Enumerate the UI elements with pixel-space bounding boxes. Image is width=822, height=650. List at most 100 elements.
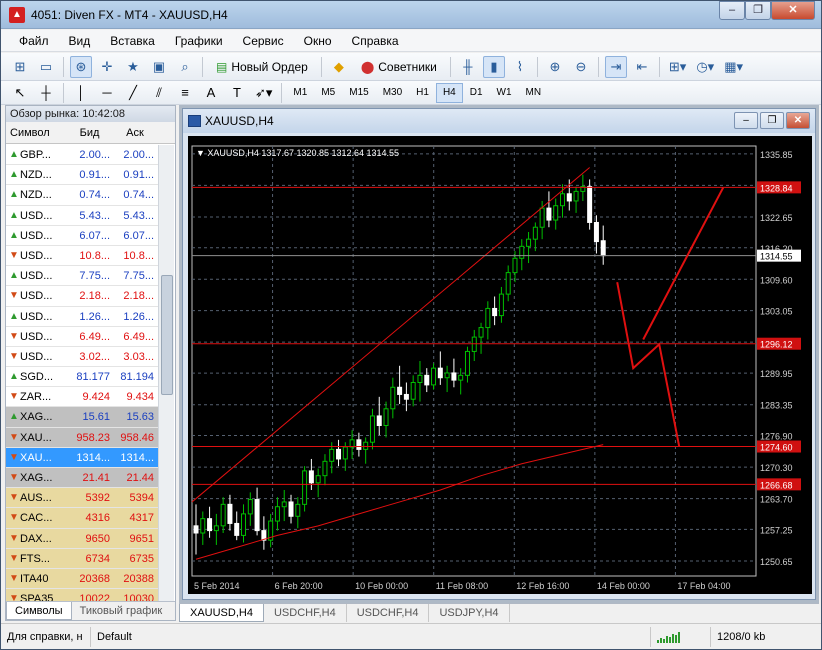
market-watch-row[interactable]: ▲ SGD... 81.177 81.194 bbox=[6, 367, 159, 388]
market-watch-row[interactable]: ▼ USD... 2.18... 2.18... bbox=[6, 286, 159, 307]
menu-tools[interactable]: Сервис bbox=[233, 34, 294, 48]
chart-tab-usdjpy[interactable]: USDJPY,H4 bbox=[429, 604, 510, 622]
profiles-icon[interactable]: ▭ bbox=[35, 56, 57, 78]
maximize-button[interactable]: ❐ bbox=[745, 1, 771, 20]
text-icon[interactable]: A bbox=[200, 82, 222, 104]
timeframe-h4[interactable]: H4 bbox=[435, 82, 463, 103]
close-button[interactable]: ✕ bbox=[771, 1, 815, 20]
menu-insert[interactable]: Вставка bbox=[100, 34, 165, 48]
candlestick-icon[interactable]: ▮ bbox=[482, 55, 505, 78]
market-watch-row[interactable]: ▼ XAU... 1314... 1314... bbox=[6, 447, 159, 468]
market-watch-row[interactable]: ▲ GBP... 2.00... 2.00... bbox=[6, 145, 159, 166]
menu-window[interactable]: Окно bbox=[294, 34, 342, 48]
minimize-button[interactable]: ‒ bbox=[719, 1, 745, 20]
horizontal-line-icon[interactable]: ─ bbox=[96, 82, 118, 104]
market-watch-row[interactable]: ▲ USD... 7.75... 7.75... bbox=[6, 266, 159, 287]
data-window-icon[interactable]: ✛ bbox=[96, 56, 118, 78]
ask-cell: 1314... bbox=[120, 451, 154, 464]
price-chart[interactable]: 1335.851329.251322.651316.201309.601303.… bbox=[188, 136, 812, 594]
x-tick-label: 5 Feb 2014 bbox=[194, 581, 240, 591]
header-ask[interactable]: Аск bbox=[113, 122, 157, 143]
market-watch-row[interactable]: ▼ AUS... 5392 5394 bbox=[6, 488, 159, 509]
y-tick-label: 1250.65 bbox=[760, 557, 793, 567]
metaeditor-icon[interactable]: ◆ bbox=[328, 56, 350, 78]
market-watch-row[interactable]: ▼ XAG... 21.41 21.44 bbox=[6, 468, 159, 489]
ask-cell: 9.434 bbox=[126, 391, 154, 404]
ask-cell: 0.74... bbox=[123, 189, 154, 202]
market-watch-row[interactable]: ▼ FTS... 6734 6735 bbox=[6, 548, 159, 569]
timeframe-m1[interactable]: M1 bbox=[286, 83, 314, 103]
market-watch-row[interactable]: ▼ CAC... 4316 4317 bbox=[6, 508, 159, 529]
menu-charts[interactable]: Графики bbox=[165, 34, 233, 48]
bar-chart-icon[interactable]: ╫ bbox=[457, 56, 479, 78]
menu-view[interactable]: Вид bbox=[59, 34, 101, 48]
timeframe-m30[interactable]: M30 bbox=[376, 83, 409, 103]
tab-symbols[interactable]: Символы bbox=[6, 602, 72, 620]
equidistant-channel-icon[interactable]: ⫽ bbox=[148, 82, 170, 104]
chart-close-button[interactable]: ✕ bbox=[786, 112, 810, 129]
market-watch-row[interactable]: ▼ ITA40 20368 20388 bbox=[6, 568, 159, 590]
strategy-tester-icon[interactable]: ⌕ bbox=[174, 56, 196, 78]
indicators-icon[interactable]: ⊞▾ bbox=[666, 56, 689, 78]
tab-tick-chart[interactable]: Тиковый график bbox=[72, 602, 171, 620]
market-watch-scrollbar[interactable] bbox=[158, 145, 174, 603]
chart-tab-usdchf-2[interactable]: USDCHF,H4 bbox=[347, 604, 430, 622]
navigator-icon[interactable]: ★ bbox=[122, 56, 144, 78]
new-order-button[interactable]: ▤ Новый Ордер bbox=[209, 56, 315, 78]
candle-body bbox=[336, 448, 342, 460]
chart-svg[interactable]: 1335.851329.251322.651316.201309.601303.… bbox=[188, 136, 812, 594]
market-watch-row[interactable]: ▲ USD... 6.07... 6.07... bbox=[6, 225, 159, 246]
market-watch-row[interactable]: ▼ USD... 10.8... 10.8... bbox=[6, 245, 159, 267]
chart-window-titlebar[interactable]: XAUUSD,H4 ‒ ❐ ✕ bbox=[183, 109, 815, 133]
arrows-icon[interactable]: ➶▾ bbox=[252, 82, 275, 104]
title-bar[interactable]: ▲ 4051: Diven FX - MT4 - XAUUSD,H4 ‒ ❐ ✕ bbox=[1, 1, 821, 29]
vertical-line-icon[interactable]: │ bbox=[70, 82, 92, 104]
market-watch-row[interactable]: ▼ DAX... 9650 9651 bbox=[6, 528, 159, 549]
market-watch-row[interactable]: ▼ ZAR... 9.424 9.434 bbox=[6, 387, 159, 408]
timeframe-d1[interactable]: D1 bbox=[463, 83, 490, 103]
chart-shift-icon[interactable]: ⇤ bbox=[631, 56, 653, 78]
market-watch-row[interactable]: ▲ XAG... 15.61 15.63 bbox=[6, 407, 159, 428]
expert-advisors-button[interactable]: ⬤ Советники bbox=[354, 56, 444, 78]
text-label-icon[interactable]: T bbox=[226, 82, 248, 104]
autoscroll-icon[interactable]: ⇥ bbox=[604, 55, 627, 78]
market-watch-row[interactable]: ▲ USD... 1.26... 1.26... bbox=[6, 306, 159, 327]
timeframe-m15[interactable]: M15 bbox=[342, 83, 375, 103]
menu-file[interactable]: Файл bbox=[9, 34, 59, 48]
line-chart-icon[interactable]: ⌇ bbox=[509, 56, 531, 78]
market-watch-icon[interactable]: ⊛ bbox=[70, 55, 92, 78]
chart-minimize-button[interactable]: ‒ bbox=[734, 112, 758, 129]
chart-tab-usdchf[interactable]: USDCHF,H4 bbox=[264, 604, 347, 622]
market-watch-row[interactable]: ▲ NZD... 0.74... 0.74... bbox=[6, 185, 159, 206]
crosshair-icon[interactable]: ┼ bbox=[35, 82, 57, 104]
zoom-out-icon[interactable]: ⊖ bbox=[570, 56, 592, 78]
header-symbol[interactable]: Символ bbox=[6, 122, 66, 143]
market-watch-row[interactable]: ▲ USD... 5.43... 5.43... bbox=[6, 205, 159, 226]
market-watch-row[interactable]: ▼ USD... 3.02... 3.03... bbox=[6, 346, 159, 368]
market-watch-row[interactable]: ▼ XAU... 958.23 958.46 bbox=[6, 427, 159, 448]
market-watch-tabs: Символы Тиковый график bbox=[6, 601, 175, 620]
scrollbar-thumb[interactable] bbox=[161, 275, 173, 395]
market-watch-row[interactable]: ▼ USD... 6.49... 6.49... bbox=[6, 326, 159, 347]
periods-icon[interactable]: ◷▾ bbox=[693, 56, 717, 78]
timeframe-h1[interactable]: H1 bbox=[409, 83, 436, 103]
trendline-icon[interactable]: ╱ bbox=[122, 82, 144, 104]
timeframe-m5[interactable]: M5 bbox=[314, 83, 342, 103]
market-watch-row[interactable]: ▲ NZD... 0.91... 0.91... bbox=[6, 165, 159, 186]
templates-icon[interactable]: ▦▾ bbox=[721, 56, 746, 78]
menu-help[interactable]: Справка bbox=[342, 34, 409, 48]
cursor-icon[interactable]: ↖ bbox=[9, 82, 31, 104]
zoom-in-icon[interactable]: ⊕ bbox=[544, 56, 566, 78]
chart-maximize-button[interactable]: ❐ bbox=[760, 112, 784, 129]
chart-tab-xauusd[interactable]: XAUUSD,H4 bbox=[179, 604, 264, 622]
timeframe-mn[interactable]: MN bbox=[519, 83, 549, 103]
new-chart-icon[interactable]: ⊞ bbox=[9, 56, 31, 78]
timeframe-w1[interactable]: W1 bbox=[490, 83, 519, 103]
header-bid[interactable]: Бид bbox=[66, 122, 113, 143]
symbol-name: USD... bbox=[20, 290, 53, 303]
main-window: ▲ 4051: Diven FX - MT4 - XAUUSD,H4 ‒ ❐ ✕… bbox=[0, 0, 822, 650]
symbol-name: XAU... bbox=[20, 431, 52, 444]
terminal-icon[interactable]: ▣ bbox=[148, 56, 170, 78]
fibonacci-icon[interactable]: ≡ bbox=[174, 82, 196, 104]
chart-window-controls: ‒ ❐ ✕ bbox=[732, 112, 810, 129]
